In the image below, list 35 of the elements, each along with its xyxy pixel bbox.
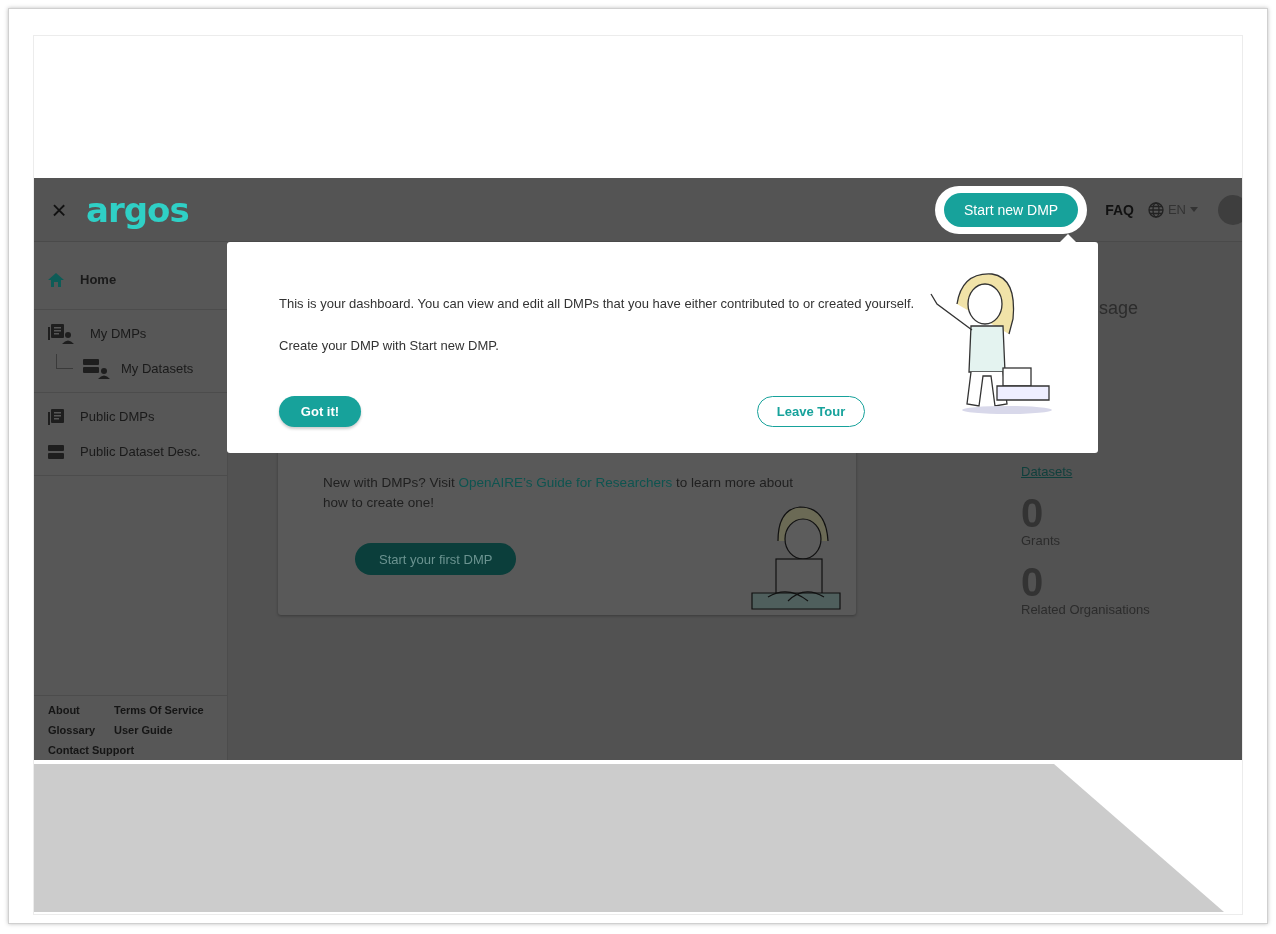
start-first-dmp-button[interactable]: Start your first DMP [355, 543, 517, 575]
sidebar-item-label: Public Dataset Desc. [80, 444, 201, 459]
sidebar-item[interactable]: Home [34, 262, 227, 297]
sidebar-item-label: Public DMPs [80, 409, 155, 424]
close-icon[interactable]: × [46, 196, 72, 223]
sidebar-item[interactable]: Public Dataset Desc. [34, 434, 227, 469]
sidebar-item-label: Home [80, 272, 117, 287]
home-icon [48, 272, 64, 287]
documents-icon [48, 408, 64, 425]
faq-link[interactable]: FAQ [1105, 201, 1134, 218]
datasets-link[interactable]: Datasets [1021, 464, 1073, 479]
got-it-button[interactable]: Got it! [279, 396, 361, 427]
tour-text: Create your DMP with Start new DMP. [279, 337, 500, 355]
globe-icon [1147, 201, 1164, 218]
sidebar-item[interactable]: My DMPs [34, 316, 227, 351]
start-new-dmp-button[interactable]: Start new DMP [944, 192, 1079, 227]
tour-text: This is your dashboard. You can view and edit all DMPs that you have either contributed to or created yourself. [279, 295, 916, 313]
footer-link[interactable]: About [48, 704, 114, 716]
guide-link[interactable]: OpenAIRE’s Guide for Researchers [458, 475, 673, 490]
avatar[interactable] [1218, 194, 1242, 225]
footer-link[interactable]: User Guide [114, 724, 213, 736]
leave-tour-button[interactable]: Leave Tour [757, 396, 865, 427]
footer-link[interactable]: Glossary [48, 724, 114, 736]
sidebar-item[interactable]: Public DMPs [34, 399, 227, 434]
sidebar-item-label: My Datasets [121, 361, 194, 376]
caret-icon [1190, 207, 1198, 212]
footer-link[interactable]: Contact Support [48, 744, 213, 756]
sidebar-item-label: My DMPs [90, 326, 147, 341]
logo[interactable]: argos [86, 189, 189, 230]
footer-link[interactable]: Terms Of Service [114, 704, 213, 716]
server-icon [48, 444, 64, 459]
sidebar-item[interactable]: My Datasets [34, 351, 227, 386]
servers-user-icon [83, 358, 111, 379]
intro-text: New with DMPs? Visit OpenAIRE’s Guide for Researchers to learn more about how to create one! [323, 474, 794, 512]
documents-user-icon [48, 323, 74, 344]
